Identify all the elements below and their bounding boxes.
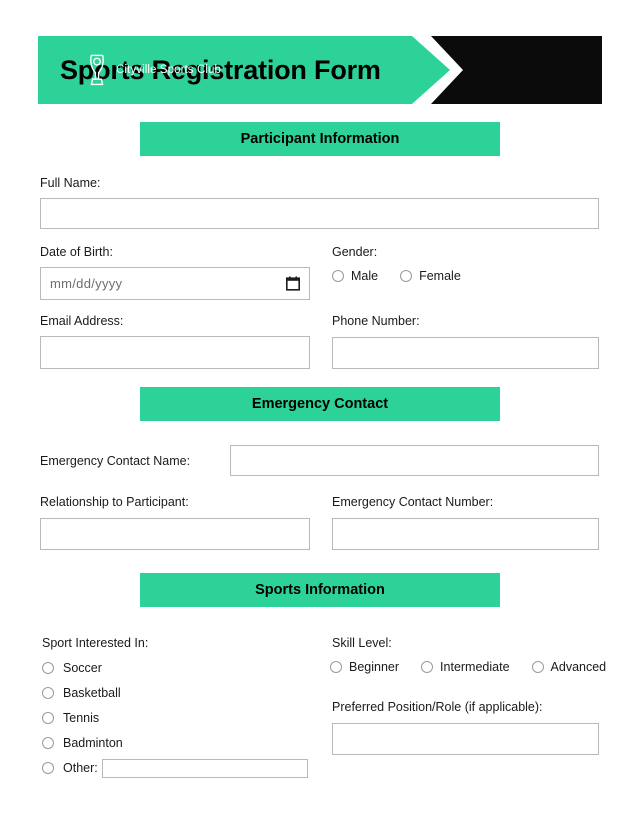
sport-option-tennis-label: Tennis [63,711,100,725]
calendar-icon[interactable] [286,276,300,291]
phone-number-label: Phone Number: [332,314,420,328]
section-header-emergency-contact: Emergency Contact [140,387,500,421]
radio-circle-icon[interactable] [332,270,344,282]
sport-interested-in-label: Sport Interested In: [42,636,149,650]
radio-circle-icon[interactable] [42,712,54,724]
full-name-input[interactable] [40,198,599,229]
section-header-participant-information: Participant Information [140,122,500,156]
sport-option-basketball-label: Basketball [63,686,121,700]
header-brand-banner [431,36,602,104]
skill-level-label: Skill Level: [332,636,392,650]
radio-circle-icon[interactable] [42,687,54,699]
gender-option-male-label: Male [351,269,379,283]
sport-option-soccer[interactable]: Soccer [42,661,102,675]
emergency-contact-number-input[interactable] [332,518,599,550]
section-header-sports-information: Sports Information [140,573,500,607]
gender-label: Gender: [332,245,378,259]
preferred-position-input[interactable] [332,723,599,755]
radio-circle-icon[interactable] [400,270,413,282]
skill-level-option-intermediate-label: Intermediate [440,660,510,674]
relationship-to-participant-label: Relationship to Participant: [40,495,189,509]
sport-option-other-label: Other: [63,761,98,775]
gender-option-female-label: Female [419,269,461,283]
phone-number-input[interactable] [332,337,599,369]
skill-level-option-advanced[interactable]: Advanced [531,660,607,674]
skill-level-option-intermediate[interactable]: Intermediate [421,660,510,674]
brand-name: Cityville Sports Club [116,64,221,76]
trophy-icon [86,53,108,87]
email-address-input[interactable] [40,336,310,369]
form-header: Sports Registration Form Cityville Sport… [38,36,602,104]
radio-circle-icon[interactable] [42,662,54,674]
section-header-sports-label: Sports Information [255,582,385,598]
radio-circle-icon[interactable] [42,737,54,749]
gender-option-male[interactable]: Male [332,269,378,283]
section-header-participant-label: Participant Information [240,131,400,147]
radio-circle-icon[interactable] [421,661,434,673]
date-of-birth-input[interactable]: mm/dd/yyyy [40,267,310,300]
gender-radio-group: Male Female [332,269,461,283]
sport-option-other-input[interactable] [102,759,308,778]
brand-lockup: Cityville Sports Club [86,36,221,104]
full-name-label: Full Name: [40,176,101,190]
sport-option-soccer-label: Soccer [63,661,102,675]
section-header-emergency-label: Emergency Contact [251,396,389,412]
sport-option-badminton-label: Badminton [63,736,123,750]
skill-level-option-beginner[interactable]: Beginner [330,660,399,674]
skill-level-option-advanced-label: Advanced [550,660,607,674]
emergency-contact-name-input[interactable] [230,445,599,476]
gender-option-female[interactable]: Female [400,269,461,283]
emergency-contact-name-label: Emergency Contact Name: [40,454,191,468]
radio-circle-icon[interactable] [531,661,544,673]
preferred-position-label: Preferred Position/Role (if applicable): [332,700,543,714]
sport-option-tennis[interactable]: Tennis [42,711,99,725]
radio-circle-icon[interactable] [42,762,54,774]
sport-option-badminton[interactable]: Badminton [42,736,123,750]
email-address-label: Email Address: [40,314,124,328]
registration-form-page: Sports Registration Form Cityville Sport… [0,0,640,828]
sport-option-other[interactable]: Other: [42,761,98,775]
radio-circle-icon[interactable] [330,661,342,673]
emergency-contact-number-label: Emergency Contact Number: [332,495,494,509]
relationship-to-participant-input[interactable] [40,518,310,550]
skill-level-option-beginner-label: Beginner [349,660,400,674]
skill-level-radio-group: Beginner Intermediate Advanced [330,660,606,674]
date-of-birth-label: Date of Birth: [40,245,113,259]
sport-option-basketball[interactable]: Basketball [42,686,121,700]
date-of-birth-placeholder: mm/dd/yyyy [50,276,123,291]
